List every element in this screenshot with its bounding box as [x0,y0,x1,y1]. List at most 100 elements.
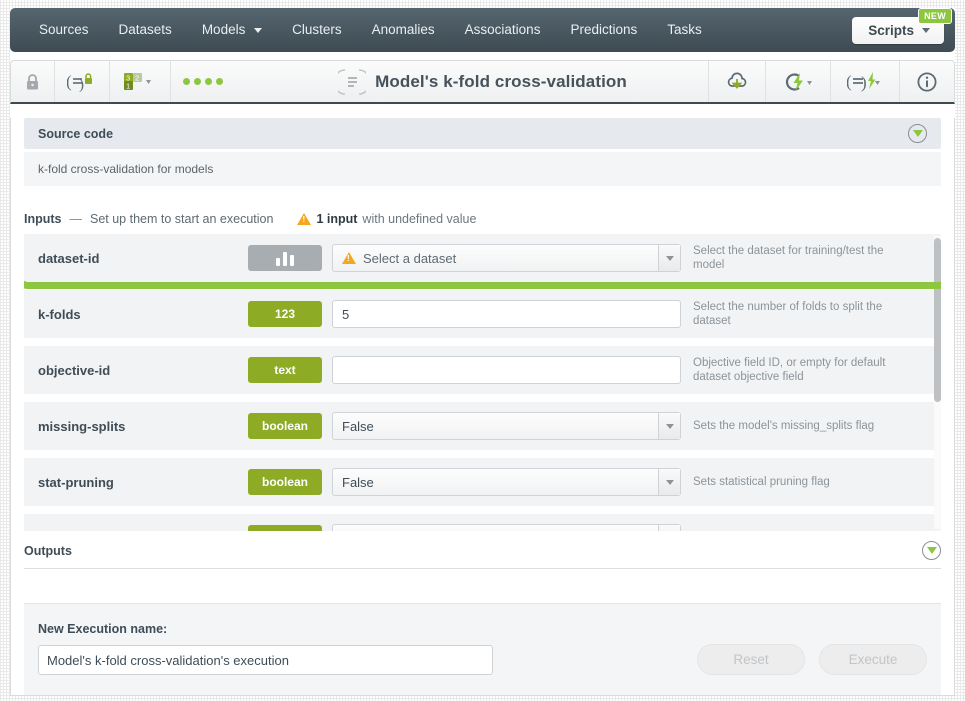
outputs-header: Outputs [24,531,941,569]
input-type-badge-dataset [248,245,322,271]
source-code-header: Source code [24,118,941,149]
info-button[interactable] [899,61,954,102]
input-label: dataset-id [38,250,100,266]
script-version-icon: 3 2 1 [124,72,151,90]
chevron-down-icon[interactable] [658,413,680,439]
nav-label: Anomalies [371,22,435,37]
nav-label: Predictions [570,22,638,37]
status-dot [183,78,190,85]
input-type-badge-text: text [248,357,322,383]
missing-splits-select[interactable]: False [332,412,681,440]
execution-name-value: Model's k-fold cross-validation's execut… [47,652,289,668]
chevron-down-circle-icon [922,541,941,560]
source-code-description: k-fold cross-validation for models [24,152,941,186]
execution-name-input[interactable]: Model's k-fold cross-validation's execut… [38,645,493,675]
nav-label: Datasets [118,22,172,37]
nav-item-predictions[interactable]: Predictions [555,8,652,52]
input-hint: Select the number of folds to split the … [693,301,883,327]
resource-toolbar: ( ) 3 2 1 [10,60,955,104]
nav-item-tasks[interactable]: Tasks [652,8,717,52]
script-execute-icon: ( ) [847,71,880,92]
svg-text:): ) [79,77,84,92]
input-row-wrapper: dataset-id Select a dataset Select the d… [24,234,941,289]
inputs-title: Inputs [24,212,62,226]
input-label: k-folds [38,306,81,322]
svg-text:(: ( [847,72,852,91]
svg-text:2: 2 [135,73,139,82]
input-label: missing-splits [38,418,126,434]
cloud-download-icon [727,72,747,89]
lightning-execute-icon [785,72,812,91]
nav-item-sources[interactable]: Sources [24,8,104,52]
nav-item-datasets[interactable]: Datasets [104,8,187,52]
script-privacy-icon: ( ) [67,72,92,92]
inputs-warning: 1 input with undefined value [297,212,476,226]
dataset-select-value: Select a dataset [363,250,457,266]
nav-item-anomalies[interactable]: Anomalies [357,8,450,52]
script-version-button[interactable]: 3 2 1 [110,61,171,102]
lock-button[interactable] [11,61,55,102]
chevron-down-icon[interactable] [658,469,680,495]
nav-item-associations[interactable]: Associations [450,8,556,52]
input-row-stat-pruning[interactable]: stat-pruning boolean False Sets statisti… [24,458,941,506]
input-row-k-folds[interactable]: k-folds 123 5 Select the number of folds… [24,290,941,338]
dataset-select[interactable]: Select a dataset [332,244,681,272]
scripts-label: Scripts [868,22,914,38]
partial-select [332,524,681,531]
input-row-clipped[interactable] [24,514,941,531]
nav-label: Associations [464,22,541,37]
nav-item-models[interactable]: Models [187,8,277,52]
bar-chart-icon [276,251,294,266]
objective-id-input[interactable] [332,356,681,384]
new-badge: NEW [918,7,952,24]
execution-name-label: New Execution name: [38,622,168,636]
svg-text:): ) [861,73,867,92]
chevron-down-icon[interactable] [658,245,680,271]
chevron-down-circle-icon [908,124,927,143]
stat-pruning-value: False [342,474,374,490]
script-icon [338,68,367,95]
script-privacy-button[interactable]: ( ) [55,61,110,102]
input-label [38,531,248,532]
new-execution-button[interactable]: ( ) [830,61,899,102]
main-navbar: Sources Datasets Models Clusters Anomali… [10,7,955,52]
status-dot [205,78,212,85]
warning-triangle-icon [297,213,312,225]
reset-button[interactable]: Reset [697,644,805,675]
inputs-header: Inputs — Set up them to start an executi… [24,212,941,234]
nav-item-clusters[interactable]: Clusters [277,8,357,52]
k-folds-input[interactable]: 5 [332,300,681,328]
inputs-scrollbar-thumb[interactable] [934,238,941,402]
input-row-dataset-id[interactable]: dataset-id Select a dataset Select the d… [24,234,941,282]
cloud-download-button[interactable] [708,61,765,102]
execution-name-group: New Execution name: Model's k-fold cross… [38,622,493,675]
input-hint: Sets statistical pruning flag [693,476,830,488]
inputs-scrollbar-track[interactable] [934,236,941,529]
input-row-objective-id[interactable]: objective-id text Objective field ID, or… [24,346,941,394]
chevron-down-icon [922,27,930,33]
inputs-list: dataset-id Select a dataset Select the d… [24,234,941,531]
input-hint: Sets the model's missing_splits flag [693,420,875,432]
input-row-partial [24,514,941,531]
execute-script-button[interactable] [765,61,830,102]
input-type-badge-boolean: boolean [248,469,322,495]
chevron-down-icon [254,27,263,33]
status-dot [194,78,201,85]
outputs-expander[interactable] [922,541,941,560]
status-dot-group [183,78,223,85]
execute-button[interactable]: Execute [819,644,927,675]
execution-buttons: Reset Execute [697,644,927,675]
input-type-badge-boolean: boolean [248,413,322,439]
nav-label: Models [201,22,246,37]
missing-splits-value: False [342,418,374,434]
input-row-missing-splits[interactable]: missing-splits boolean False Sets the mo… [24,402,941,450]
nav-label: Clusters [292,22,342,37]
status-dots[interactable] [171,61,235,102]
execution-footer: New Execution name: Model's k-fold cross… [24,603,941,695]
source-code-expander[interactable] [908,124,927,143]
stat-pruning-select[interactable]: False [332,468,681,496]
input-type-badge-boolean [248,525,322,531]
inputs-warning-suffix: with undefined value [362,212,477,226]
warning-triangle-icon [342,252,356,264]
lock-icon [27,73,38,89]
